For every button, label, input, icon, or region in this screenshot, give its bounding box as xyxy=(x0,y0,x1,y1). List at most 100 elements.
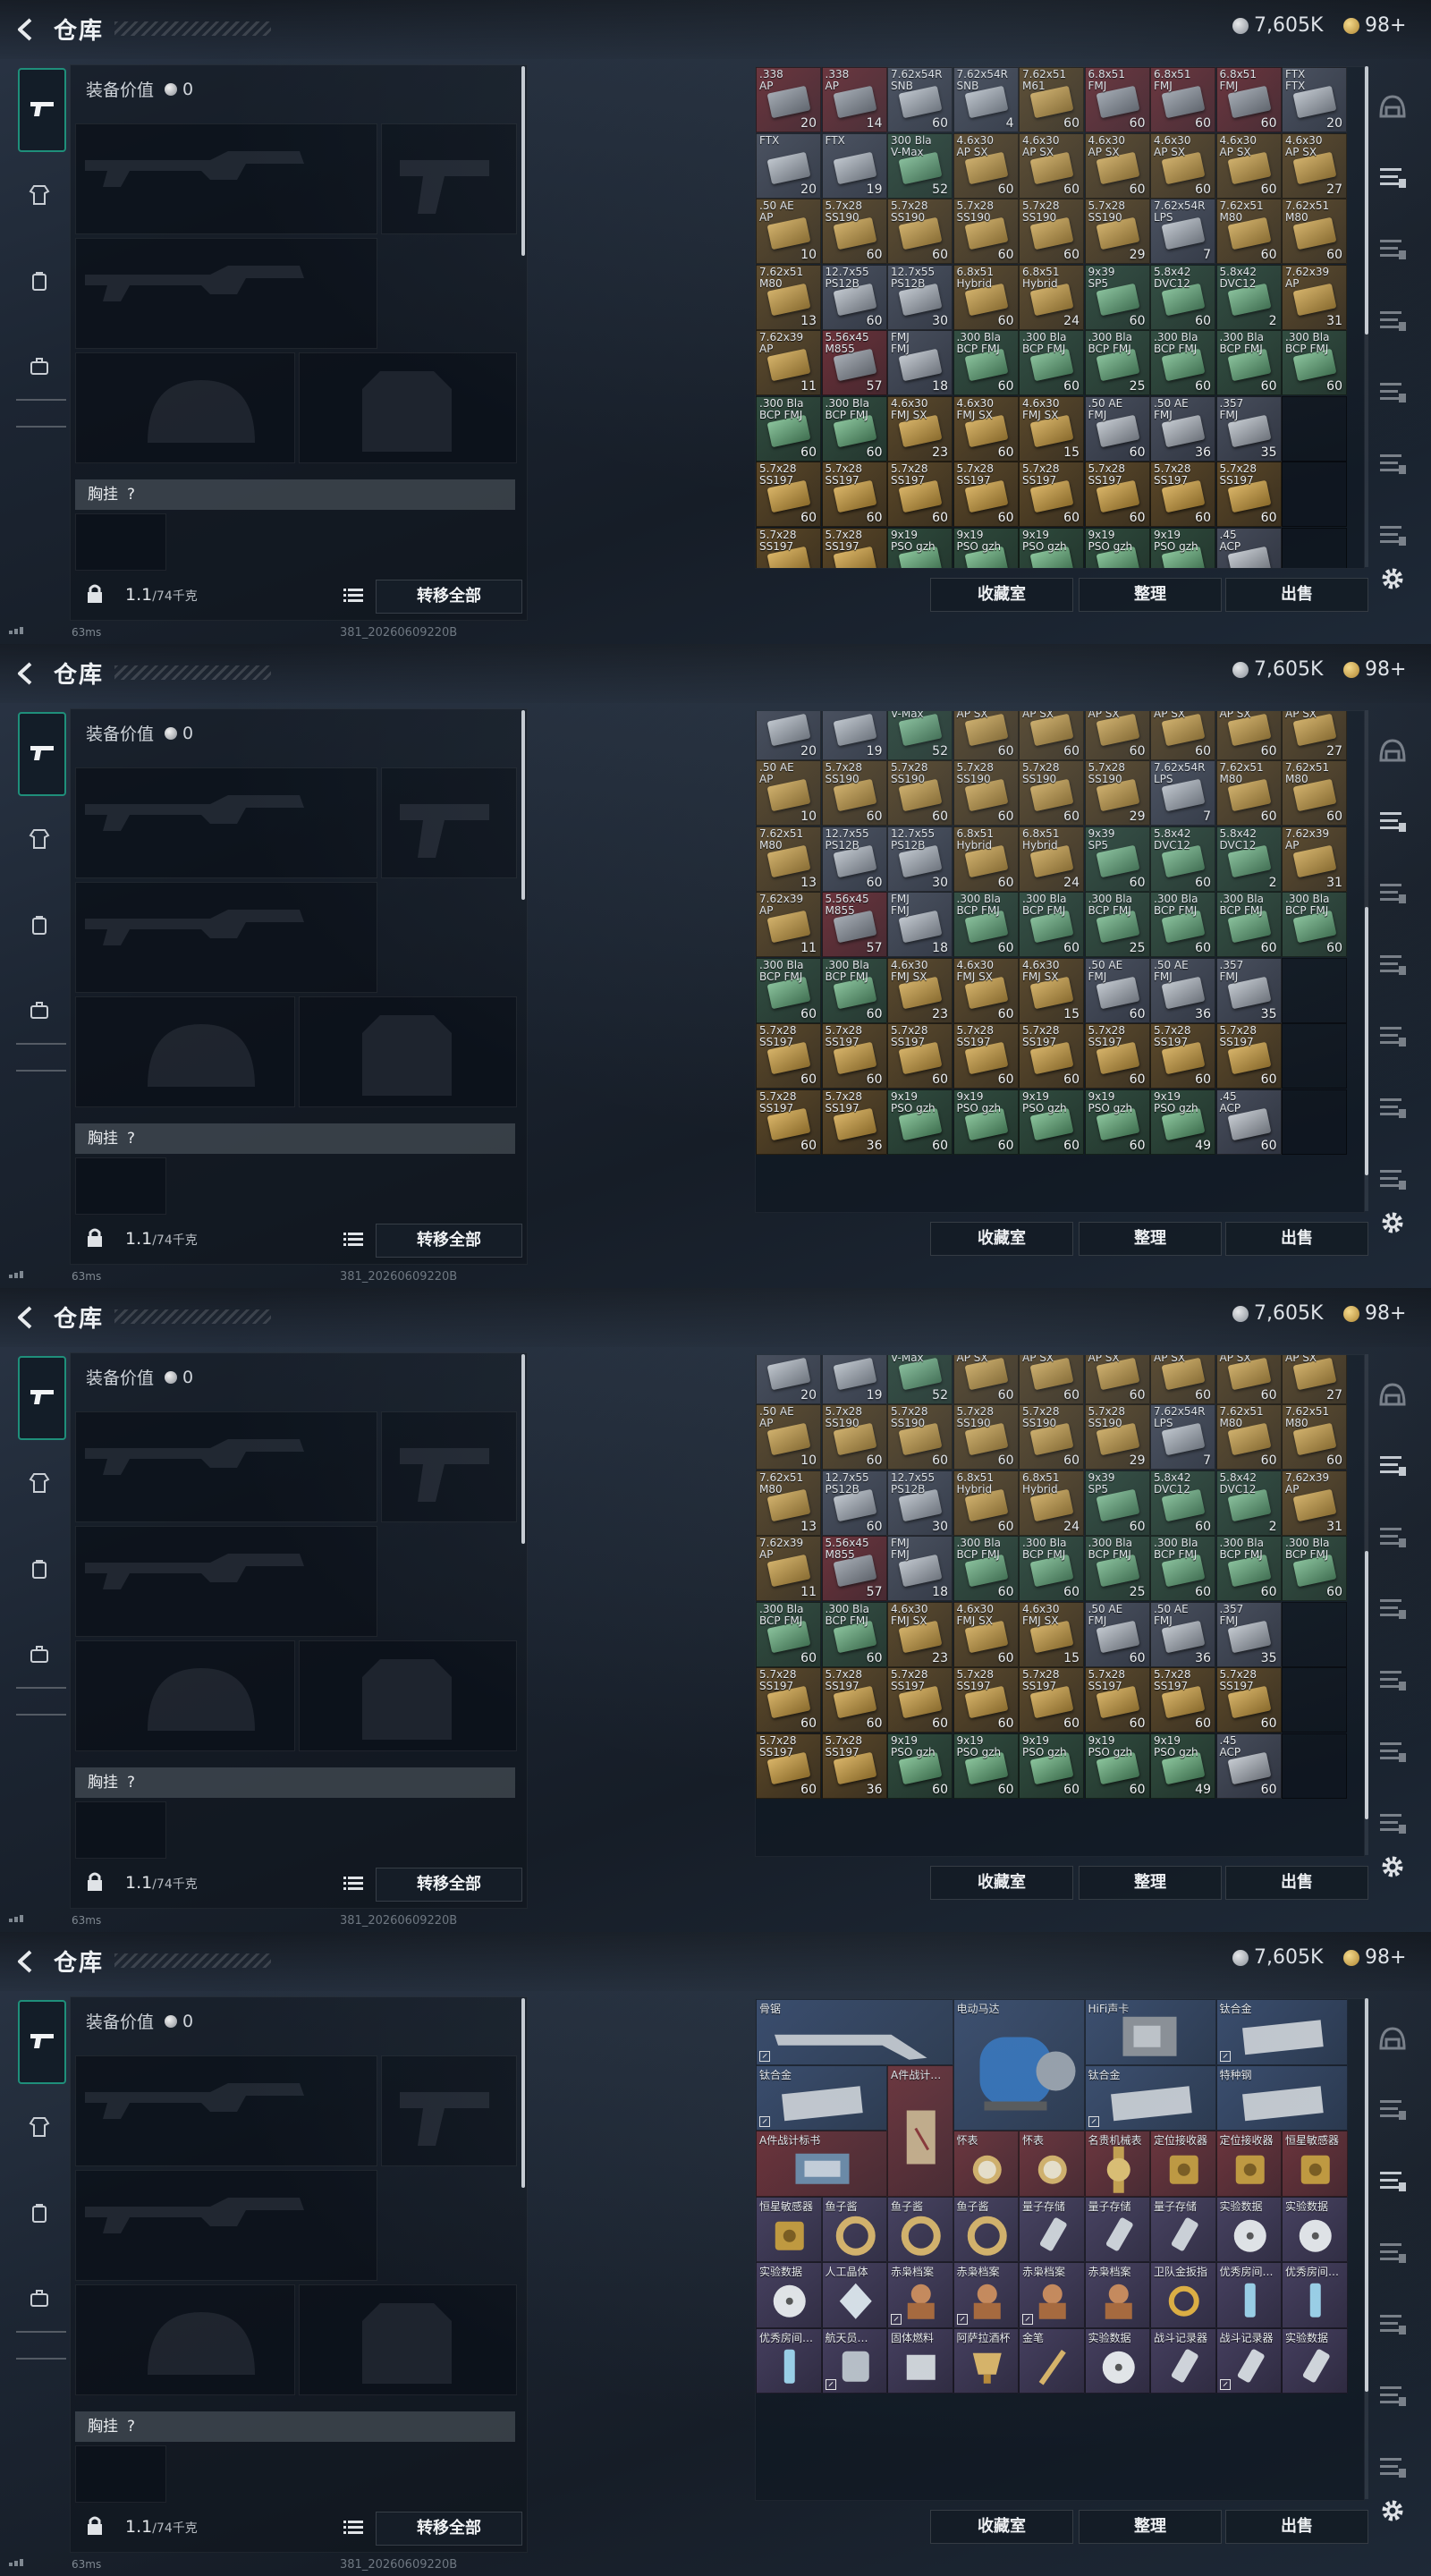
storage-scrollbar[interactable] xyxy=(1365,710,1368,1211)
ammo-cell[interactable]: 6.8x51 Hybrid 24 xyxy=(1019,1470,1084,1536)
ammo-cell[interactable]: .50 AE FMJ 36 xyxy=(1150,957,1215,1023)
tab-weapons[interactable] xyxy=(18,2000,66,2084)
ammo-cell[interactable]: 4.6x30 AP SX 60 xyxy=(953,1355,1019,1404)
ammo-cell[interactable]: .50 AE FMJ 36 xyxy=(1150,395,1215,462)
ammo-cell[interactable]: 4.6x30 AP SX 27 xyxy=(1282,711,1347,760)
ammo-cell[interactable]: 5.7x28 SS19760 xyxy=(887,462,953,527)
ammo-cell[interactable]: 9x19 PSO gzh60 xyxy=(953,1089,1019,1155)
transfer-all-button[interactable]: 转移全部 xyxy=(376,580,522,614)
chest-rig-slot[interactable] xyxy=(75,1157,166,1215)
gun-case-icon[interactable] xyxy=(1377,306,1408,336)
pistol-slot[interactable] xyxy=(381,767,517,878)
item-cell[interactable]: 钛合金 xyxy=(1215,1999,1348,2065)
ammo-cell[interactable]: 5.7x28 SS19760 xyxy=(756,527,821,568)
gold-currency[interactable]: 98+ xyxy=(1343,1946,1406,1969)
primary-weapon-slot[interactable] xyxy=(75,2055,377,2166)
ammo-cell[interactable]: 5.7x28 SS19760 xyxy=(756,462,821,527)
body-armor-slot[interactable] xyxy=(299,996,517,1107)
back-arrow-icon[interactable] xyxy=(13,1304,39,1331)
ammo-cell[interactable]: 4.6x30 AP SX 27 xyxy=(1282,132,1347,199)
item-cell[interactable]: 恒星敏感器 xyxy=(756,2196,822,2262)
ammo-cell[interactable]: .50 AE FMJ 60 xyxy=(1084,395,1150,462)
ammo-cell[interactable]: 5.8x42 DVC12 60 xyxy=(1150,264,1215,330)
item-cell[interactable]: 赤枭档案 xyxy=(953,2262,1019,2328)
item-cell[interactable]: 量子存储 xyxy=(1084,2196,1150,2262)
picture-icon[interactable] xyxy=(1377,2381,1408,2411)
ammo-cell[interactable]: 5.7x28 SS190 60 xyxy=(1019,1404,1084,1470)
ammo-cell[interactable]: 6.8x51 Hybrid 24 xyxy=(1019,264,1084,330)
tab-case[interactable] xyxy=(20,993,59,1032)
item-cell[interactable]: 卫队金扳指 xyxy=(1150,2262,1216,2328)
back-arrow-icon[interactable] xyxy=(13,16,39,43)
ammo-cell[interactable]: FTX19 xyxy=(821,1355,887,1404)
ammo-cell[interactable]: 5.7x28 SS190 60 xyxy=(887,760,953,826)
shelf-icon[interactable] xyxy=(1377,1665,1408,1696)
ammo-cell[interactable]: 4.6x30 FMJ SX 15 xyxy=(1019,395,1084,462)
ammo-cell[interactable]: 7.62x54R SNB 4 xyxy=(953,67,1019,132)
item-cell[interactable]: 优秀房间… xyxy=(1215,2262,1282,2328)
ammo-cell[interactable]: 5.7x28 SS19760 xyxy=(756,1667,821,1733)
ammo-cell[interactable]: 9x19 PSO gzh60 xyxy=(953,527,1019,568)
ammo-cell[interactable]: 5.7x28 SS19760 xyxy=(1019,1667,1084,1733)
item-cell[interactable]: 骨锯 xyxy=(756,1999,953,2065)
secondary-weapon-slot[interactable] xyxy=(75,238,377,349)
ammo-cell[interactable]: 5.7x28 SS19736 xyxy=(821,1089,887,1155)
helmet-slot[interactable] xyxy=(75,2284,295,2395)
ammo-cell[interactable]: 5.7x28 SS19760 xyxy=(953,1667,1019,1733)
ammo-cell[interactable]: 12.7x55 PS12B 60 xyxy=(821,1470,887,1536)
item-cell[interactable]: 特种钢 xyxy=(1215,2064,1348,2131)
item-cell[interactable]: 名贵机械表 xyxy=(1084,2131,1150,2197)
ammo-cell[interactable]: .300 Bla BCP FMJ 25 xyxy=(1084,1536,1150,1602)
ammo-cell[interactable]: 4.6x30 AP SX 60 xyxy=(1150,711,1215,760)
ammo-cell[interactable]: 7.62x39 AP 31 xyxy=(1282,264,1347,330)
ammo-cell[interactable]: 5.7x28 SS19760 xyxy=(1215,1023,1282,1089)
item-cell[interactable]: 定位接收器 xyxy=(1150,2131,1216,2197)
ammo-cell[interactable]: .300 Bla BCP FMJ 60 xyxy=(1019,1536,1084,1602)
ammo-cell[interactable]: 4.6x30 AP SX 60 xyxy=(1215,1355,1282,1404)
ammo-cell[interactable]: 300 Bla V-Max 52 xyxy=(887,1355,953,1404)
gear-icon[interactable] xyxy=(1379,2497,1406,2524)
sell-button[interactable]: 出售 xyxy=(1225,2510,1368,2544)
helmet-icon[interactable] xyxy=(1377,1379,1408,1410)
ammo-cell[interactable]: 5.7x28 SS190 60 xyxy=(1019,760,1084,826)
helmet-slot[interactable] xyxy=(75,352,295,463)
ammo-cell[interactable]: 5.7x28 SS190 60 xyxy=(953,199,1019,264)
secondary-weapon-slot[interactable] xyxy=(75,2170,377,2281)
primary-weapon-slot[interactable] xyxy=(75,1411,377,1522)
ammo-cell[interactable]: 12.7x55 PS12B 30 xyxy=(887,1470,953,1536)
tab-armor[interactable] xyxy=(20,2109,59,2148)
item-cell[interactable]: 实验数据 xyxy=(1084,2327,1150,2394)
tab-weapons[interactable] xyxy=(18,68,66,152)
item-cell[interactable]: 实验数据 xyxy=(1282,2327,1348,2394)
item-cell[interactable]: 金笔 xyxy=(1019,2327,1085,2394)
ammo-cell[interactable]: .300 Bla BCP FMJ 60 xyxy=(821,957,887,1023)
ammo-cell[interactable]: .300 Bla BCP FMJ 60 xyxy=(1282,330,1347,395)
shelf-icon[interactable] xyxy=(1377,377,1408,408)
ammo-cell[interactable]: .300 Bla BCP FMJ 60 xyxy=(821,395,887,462)
item-cell[interactable]: A件战计标书 xyxy=(756,2131,887,2197)
loadout-scrollbar[interactable] xyxy=(521,710,525,900)
ammo-cell[interactable]: 5.7x28 SS19760 xyxy=(953,1023,1019,1089)
ammo-cell[interactable]: 12.7x55 PS12B 30 xyxy=(887,826,953,892)
item-cell[interactable]: 量子存储 xyxy=(1019,2196,1085,2262)
item-cell[interactable]: 优秀房间… xyxy=(1282,2262,1348,2328)
ammo-cell[interactable]: 5.7x28 SS19760 xyxy=(1019,462,1084,527)
ammo-cell[interactable]: .300 Bla BCP FMJ 60 xyxy=(1215,1536,1282,1602)
ammo-cell[interactable]: 5.7x28 SS19760 xyxy=(887,1667,953,1733)
item-cell[interactable]: 量子存储 xyxy=(1150,2196,1216,2262)
ammo-cell[interactable]: 7.62x39 AP 11 xyxy=(756,1536,821,1602)
ammo-cell[interactable]: 5.7x28 SS19760 xyxy=(1084,462,1150,527)
ammo-cell[interactable]: 5.7x28 SS19760 xyxy=(1150,1667,1215,1733)
armor-rack-icon[interactable] xyxy=(1377,1451,1408,1481)
ammo-cell[interactable]: 5.7x28 SS190 60 xyxy=(821,1404,887,1470)
ammo-cell[interactable]: .300 Bla BCP FMJ 60 xyxy=(1282,892,1347,958)
ammo-cell[interactable]: 5.7x28 SS190 29 xyxy=(1084,199,1150,264)
gold-currency[interactable]: 98+ xyxy=(1343,14,1406,37)
ammo-cell[interactable]: 4.6x30 AP SX 27 xyxy=(1282,1355,1347,1404)
body-armor-slot[interactable] xyxy=(299,1640,517,1751)
ammo-cell[interactable]: 5.7x28 SS19736 xyxy=(821,527,887,568)
ammo-cell[interactable]: 9x39 SP5 60 xyxy=(1084,1470,1150,1536)
ammo-cell[interactable]: FTX19 xyxy=(821,132,887,199)
picture-icon[interactable] xyxy=(1377,1093,1408,1123)
ammo-cell[interactable]: FMJ FMJ 18 xyxy=(887,1536,953,1602)
